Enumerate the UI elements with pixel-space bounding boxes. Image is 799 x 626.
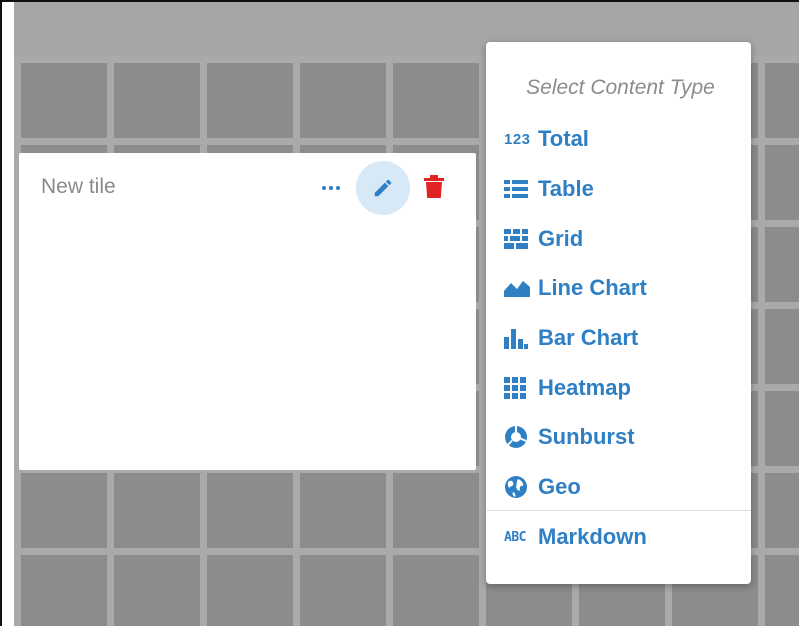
menu-item-label: Total	[538, 126, 589, 151]
bar-chart-icon	[504, 326, 538, 350]
menu-item-heatmap[interactable]: Heatmap	[504, 370, 741, 406]
grid-icon	[504, 227, 538, 251]
tile-title: New tile	[41, 175, 116, 198]
menu-item-label: Geo	[538, 474, 581, 499]
number-123-icon: 123	[504, 127, 538, 151]
left-margin	[2, 2, 14, 626]
menu-item-label: Bar Chart	[538, 325, 639, 350]
sunburst-icon	[504, 425, 538, 449]
menu-item-geo[interactable]: Geo	[504, 469, 741, 505]
edit-pencil-icon[interactable]	[356, 161, 410, 215]
menu-item-label: Line Chart	[538, 275, 647, 300]
menu-item-label: Table	[538, 176, 594, 201]
menu-item-label: Sunburst	[538, 424, 635, 449]
area-chart-icon	[504, 276, 538, 300]
dashboard-tile[interactable]: New tile	[19, 153, 476, 470]
menu-item-label: Heatmap	[538, 375, 631, 400]
table-icon	[504, 177, 538, 201]
screenshot-frame: New tile Select Content Type 123 Total T…	[0, 0, 799, 626]
number-123-icon-text: 123	[504, 130, 531, 148]
heatmap-icon	[504, 376, 538, 400]
markdown-abc-icon: ABC	[504, 525, 538, 549]
menu-item-total[interactable]: 123 Total	[504, 121, 741, 157]
menu-item-sunburst[interactable]: Sunburst	[504, 419, 741, 455]
content-type-menu: Select Content Type 123 Total Table Grid…	[486, 42, 751, 584]
menu-item-table[interactable]: Table	[504, 171, 741, 207]
trash-icon[interactable]	[421, 171, 447, 203]
menu-item-label: Grid	[538, 226, 584, 251]
globe-icon	[504, 475, 538, 499]
menu-header: Select Content Type	[526, 76, 715, 99]
menu-item-markdown[interactable]: ABC Markdown	[504, 519, 741, 555]
more-options-icon[interactable]	[316, 177, 346, 199]
markdown-abc-icon-text: ABC	[504, 529, 526, 545]
menu-item-bar-chart[interactable]: Bar Chart	[504, 320, 741, 356]
menu-item-grid[interactable]: Grid	[504, 221, 741, 257]
menu-divider	[486, 510, 751, 511]
menu-item-line-chart[interactable]: Line Chart	[504, 270, 741, 306]
menu-item-label: Markdown	[538, 524, 647, 549]
